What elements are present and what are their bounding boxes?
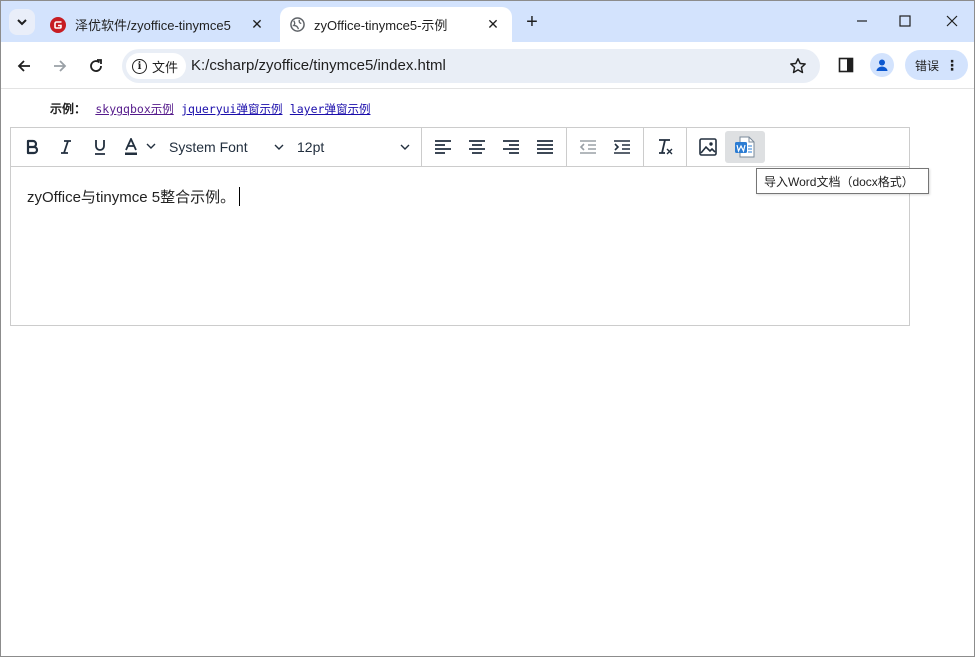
site-chip-label: 文件 (152, 59, 179, 75)
outdent-button[interactable] (571, 131, 605, 163)
align-group (422, 127, 567, 167)
import-word-tooltip: 导入Word文档（docx格式） (756, 168, 929, 194)
error-menu-button[interactable]: 错误 ⋮ (905, 50, 968, 80)
underline-icon (95, 140, 105, 155)
browser-toolbar: i 文件 K:/csharp/zyoffice/tinymce5/index.h… (1, 42, 974, 89)
font-size-value: 12pt (297, 139, 325, 155)
editor-toolbar: System Font 12pt (11, 127, 909, 167)
avatar-icon (876, 59, 888, 71)
align-right-icon (503, 140, 519, 154)
tab-search-button[interactable] (9, 9, 35, 35)
tab-zyoffice-tinymce5[interactable]: 泽优软件/zyoffice-tinymce5 ✕ (41, 7, 276, 42)
globe-icon (289, 17, 305, 33)
side-panel-icon (838, 57, 854, 73)
chevron-down-icon (400, 144, 410, 150)
address-bar[interactable]: i 文件 K:/csharp/zyoffice/tinymce5/index.h… (122, 49, 820, 83)
bookmark-star-button[interactable] (787, 55, 809, 77)
more-vert-icon: ⋮ (945, 56, 960, 73)
text-caret (239, 187, 241, 206)
insert-image-button[interactable] (691, 131, 725, 163)
maximize-button[interactable] (890, 9, 920, 33)
font-size-select[interactable]: 12pt (291, 131, 417, 163)
chevron-down-icon (17, 19, 27, 26)
underline-button[interactable] (83, 131, 117, 163)
word-document-icon (735, 136, 755, 158)
text-color-icon (125, 138, 156, 155)
align-justify-icon (537, 140, 553, 154)
tinymce-editor: System Font 12pt zyOffice与tinymce 5整合示例。 (10, 127, 910, 326)
tab-close-icon[interactable]: ✕ (248, 16, 266, 34)
examples-label: 示例： (50, 102, 87, 116)
minimize-icon (857, 20, 867, 22)
url-text[interactable]: K:/csharp/zyoffice/tinymce5/index.html (191, 57, 446, 74)
maximize-icon (899, 15, 911, 27)
gitee-favicon-icon (50, 16, 66, 33)
new-tab-button[interactable]: + (521, 11, 543, 33)
close-icon (946, 15, 958, 27)
minimize-button[interactable] (847, 9, 877, 33)
link-jqueryui-example[interactable]: jqueryui弹窗示例 (181, 102, 282, 116)
error-label: 错误 (915, 58, 940, 73)
site-info-chip[interactable]: i 文件 (126, 53, 187, 79)
editor-text: zyOffice与tinymce 5整合示例。 (27, 189, 236, 206)
reload-icon (90, 59, 102, 72)
align-center-button[interactable] (460, 131, 494, 163)
arrow-left-icon (17, 60, 30, 72)
text-color-button[interactable] (117, 131, 163, 163)
indent-icon (614, 140, 630, 154)
indent-button[interactable] (605, 131, 639, 163)
star-icon (790, 58, 806, 74)
link-skygqbox-example[interactable]: skygqbox示例 (95, 102, 173, 116)
align-left-button[interactable] (426, 131, 460, 163)
editor-content[interactable]: zyOffice与tinymce 5整合示例。 (27, 186, 241, 207)
tab-zyoffice-example[interactable]: zyOffice-tinymce5-示例 ✕ (280, 7, 512, 42)
tab-strip: 泽优软件/zyoffice-tinymce5 ✕ zyOffice-tinymc… (1, 1, 974, 42)
profile-button[interactable] (870, 53, 894, 77)
font-family-value: System Font (169, 139, 248, 155)
import-word-button[interactable] (725, 131, 765, 163)
italic-button[interactable] (49, 131, 83, 163)
side-panel-button[interactable] (835, 54, 857, 76)
outdent-icon (579, 140, 596, 154)
tab-title: 泽优软件/zyoffice-tinymce5 (75, 18, 231, 33)
italic-icon (61, 140, 71, 154)
chevron-down-icon (274, 144, 284, 150)
back-button[interactable] (12, 54, 36, 78)
browser-window: 泽优软件/zyoffice-tinymce5 ✕ zyOffice-tinymc… (0, 0, 975, 657)
image-icon (699, 138, 717, 156)
align-left-icon (435, 140, 451, 154)
align-center-icon (469, 140, 485, 154)
font-family-select[interactable]: System Font (163, 131, 291, 163)
clear-formatting-icon (659, 139, 673, 155)
align-justify-button[interactable] (528, 131, 562, 163)
tab-title: zyOffice-tinymce5-示例 (314, 18, 448, 33)
clear-format-group (644, 127, 687, 167)
info-icon: i (132, 58, 147, 74)
format-group: System Font 12pt (11, 127, 422, 167)
examples-bar: 示例： skygqbox示例 jqueryui弹窗示例 layer弹窗示例 (50, 100, 374, 117)
tab-close-icon[interactable]: ✕ (484, 16, 502, 34)
indent-group (567, 127, 644, 167)
forward-button[interactable] (48, 54, 72, 78)
link-layer-example[interactable]: layer弹窗示例 (290, 102, 371, 116)
clear-formatting-button[interactable] (648, 131, 682, 163)
bold-icon (26, 139, 39, 155)
arrow-right-icon (54, 60, 67, 72)
bold-button[interactable] (15, 131, 49, 163)
align-right-button[interactable] (494, 131, 528, 163)
insert-group (687, 128, 769, 167)
close-window-button[interactable] (937, 9, 967, 33)
reload-button[interactable] (84, 54, 108, 78)
